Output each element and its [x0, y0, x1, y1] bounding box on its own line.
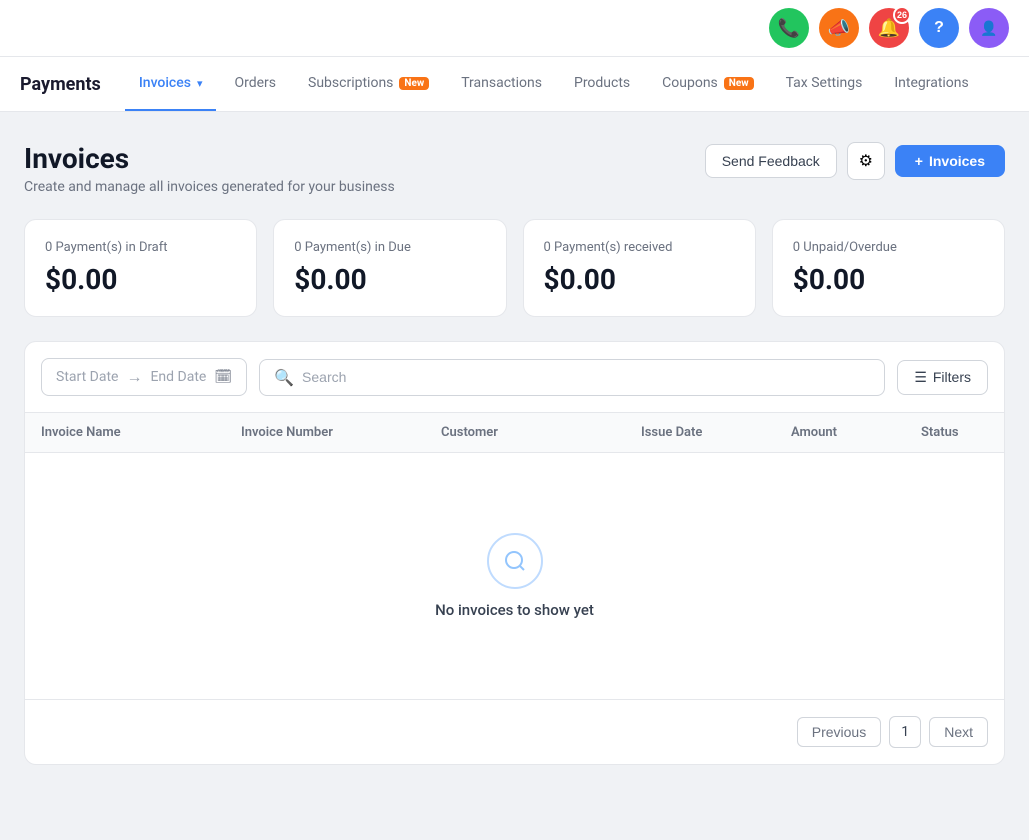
empty-text: No invoices to show yet — [435, 601, 594, 619]
dropdown-icon: ▾ — [197, 77, 203, 90]
coupons-badge: New — [724, 77, 754, 90]
filter-icon: ☰ — [914, 369, 927, 386]
settings-button[interactable]: ⚙ — [847, 142, 885, 180]
help-button[interactable]: ? — [919, 8, 959, 48]
page-actions: Send Feedback ⚙ + Invoices — [705, 142, 1005, 180]
stat-card-draft: 0 Payment(s) in Draft $0.00 — [24, 219, 257, 317]
stat-card-due: 0 Payment(s) in Due $0.00 — [273, 219, 506, 317]
nav-item-integrations[interactable]: Integrations — [880, 57, 982, 111]
avatar-button[interactable]: 👤 — [969, 8, 1009, 48]
filter-bar: Start Date → End Date 🗓 🔍 ☰ Filters — [25, 342, 1004, 412]
notification-badge: 26 — [893, 6, 911, 24]
col-invoice-name: Invoice Name — [41, 425, 241, 440]
page-title: Invoices — [24, 142, 395, 175]
notification-button[interactable]: 🔔 26 — [869, 8, 909, 48]
stat-card-overdue: 0 Unpaid/Overdue $0.00 — [772, 219, 1005, 317]
col-status: Status — [921, 425, 988, 440]
nav-item-tax-settings[interactable]: Tax Settings — [772, 57, 877, 111]
new-invoice-button[interactable]: + Invoices — [895, 145, 1005, 177]
send-feedback-button[interactable]: Send Feedback — [705, 144, 837, 178]
main-nav: Payments Invoices ▾ Orders Subscriptions… — [0, 57, 1029, 112]
stat-label-draft: 0 Payment(s) in Draft — [45, 240, 236, 255]
stat-value-due: $0.00 — [294, 263, 485, 296]
empty-search-icon — [487, 533, 543, 589]
date-range-picker[interactable]: Start Date → End Date 🗓 — [41, 358, 247, 396]
next-button[interactable]: Next — [929, 717, 988, 747]
end-date-label: End Date — [150, 369, 206, 385]
table-section: Start Date → End Date 🗓 🔍 ☰ Filters Invo… — [24, 341, 1005, 765]
col-customer: Customer — [441, 425, 641, 440]
col-invoice-number: Invoice Number — [241, 425, 441, 440]
empty-state: No invoices to show yet — [25, 453, 1004, 699]
page-number[interactable]: 1 — [889, 716, 921, 748]
calendar-icon: 🗓 — [214, 369, 232, 385]
pagination: Previous 1 Next — [25, 699, 1004, 764]
page-subtitle: Create and manage all invoices generated… — [24, 179, 395, 195]
phone-button[interactable]: 📞 — [769, 8, 809, 48]
start-date-label: Start Date — [56, 369, 118, 385]
previous-button[interactable]: Previous — [797, 717, 881, 747]
stat-label-due: 0 Payment(s) in Due — [294, 240, 485, 255]
nav-item-products[interactable]: Products — [560, 57, 644, 111]
nav-item-coupons[interactable]: Coupons New — [648, 57, 767, 111]
nav-item-subscriptions[interactable]: Subscriptions New — [294, 57, 443, 111]
col-amount: Amount — [791, 425, 921, 440]
search-icon: 🔍 — [274, 368, 294, 387]
gear-icon: ⚙ — [859, 151, 873, 171]
top-bar: 📞 📣 🔔 26 ? 👤 — [0, 0, 1029, 57]
stat-card-received: 0 Payment(s) received $0.00 — [523, 219, 756, 317]
plus-icon: + — [915, 153, 923, 169]
table-header: Invoice Name Invoice Number Customer Iss… — [25, 412, 1004, 453]
col-issue-date: Issue Date — [641, 425, 791, 440]
stat-value-draft: $0.00 — [45, 263, 236, 296]
stat-label-received: 0 Payment(s) received — [544, 240, 735, 255]
page-title-section: Invoices Create and manage all invoices … — [24, 142, 395, 195]
subscriptions-badge: New — [399, 77, 429, 90]
brand-label: Payments — [20, 58, 101, 111]
search-bar: 🔍 — [259, 359, 885, 396]
page-header: Invoices Create and manage all invoices … — [24, 142, 1005, 195]
search-input[interactable] — [302, 369, 870, 385]
nav-item-invoices[interactable]: Invoices ▾ — [125, 57, 217, 111]
stat-value-overdue: $0.00 — [793, 263, 984, 296]
arrow-icon: → — [126, 367, 142, 387]
megaphone-button[interactable]: 📣 — [819, 8, 859, 48]
nav-item-orders[interactable]: Orders — [220, 57, 290, 111]
nav-item-transactions[interactable]: Transactions — [447, 57, 556, 111]
stats-grid: 0 Payment(s) in Draft $0.00 0 Payment(s)… — [24, 219, 1005, 317]
stat-label-overdue: 0 Unpaid/Overdue — [793, 240, 984, 255]
filters-button[interactable]: ☰ Filters — [897, 360, 988, 395]
main-content: Invoices Create and manage all invoices … — [0, 112, 1029, 795]
stat-value-received: $0.00 — [544, 263, 735, 296]
